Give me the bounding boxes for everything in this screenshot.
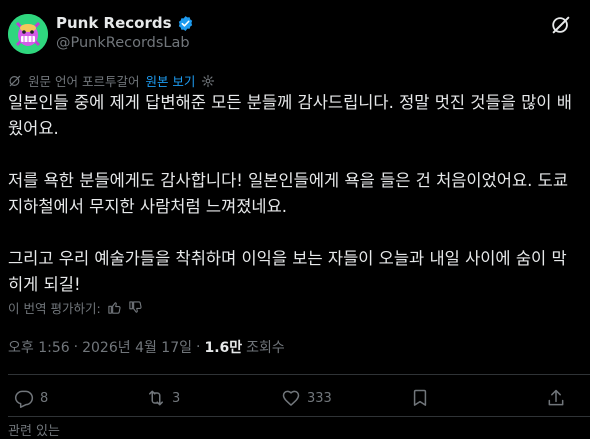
bookmark-icon bbox=[413, 389, 427, 406]
tweet-time[interactable]: 오후 1:56 bbox=[8, 337, 70, 357]
share-button[interactable] bbox=[546, 388, 566, 408]
grok-icon[interactable] bbox=[550, 14, 572, 36]
heart-icon bbox=[282, 390, 300, 406]
avatar-image bbox=[8, 14, 48, 54]
like-button[interactable]: 333 bbox=[281, 388, 332, 408]
tweet-meta: 오후 1:56 · 2026년 4월 17일 · 1.6만 조회수 bbox=[8, 337, 285, 357]
original-language-text: 원문 언어 포르투갈어 bbox=[28, 74, 140, 89]
rate-translation: 이 번역 평가하기: bbox=[8, 298, 143, 317]
verified-badge-icon bbox=[178, 15, 192, 31]
action-bar: 8 3 333 bbox=[0, 388, 590, 412]
thumbs-down-icon[interactable] bbox=[128, 300, 143, 315]
tweet-text: 일본인들 중에 제게 답변해준 모든 분들께 감사드립니다. 정말 멋진 것들을… bbox=[8, 90, 580, 324]
views-count: 1.6만 bbox=[204, 340, 243, 356]
tweet-paragraph: 일본인들 중에 제게 답변해준 모든 분들께 감사드립니다. 정말 멋진 것들을… bbox=[8, 93, 572, 138]
repost-icon bbox=[149, 390, 163, 406]
reply-count: 8 bbox=[40, 390, 49, 406]
like-count: 333 bbox=[307, 390, 332, 406]
share-icon bbox=[548, 389, 564, 406]
related-posts-heading: 관련 있는 bbox=[8, 424, 60, 439]
views-label: 조회수 bbox=[246, 340, 285, 356]
reply-button[interactable]: 8 bbox=[14, 388, 48, 408]
meta-separator: · bbox=[73, 339, 79, 355]
divider bbox=[8, 416, 590, 417]
reply-icon bbox=[14, 390, 34, 408]
meta-separator: · bbox=[196, 339, 201, 355]
author-name-row[interactable]: Punk Records bbox=[56, 14, 194, 32]
tweet-paragraph: 저를 욕한 분들에게도 감사합니다! 일본인들에게 욕을 들은 건 처음이었어요… bbox=[8, 171, 569, 216]
thumbs-up-icon[interactable] bbox=[107, 300, 122, 315]
repost-count: 3 bbox=[172, 390, 181, 406]
translation-bar: 원문 언어 포르투갈어 원본 보기 bbox=[8, 71, 215, 90]
tweet-paragraph: 그리고 우리 예술가들을 착취하며 이익을 보는 자들이 오늘과 내일 사이에 … bbox=[8, 249, 567, 294]
rate-translation-label: 이 번역 평가하기: bbox=[8, 301, 101, 316]
avatar[interactable] bbox=[8, 14, 48, 54]
settings-gear-icon[interactable] bbox=[201, 74, 215, 88]
bookmark-button[interactable] bbox=[410, 388, 430, 408]
display-name[interactable]: Punk Records bbox=[56, 14, 172, 32]
grok-translate-icon bbox=[9, 75, 21, 86]
tweet-date[interactable]: 2026년 4월 17일 bbox=[82, 337, 192, 357]
author-handle[interactable]: @PunkRecordsLab bbox=[56, 35, 190, 51]
divider bbox=[8, 374, 590, 375]
repost-button[interactable]: 3 bbox=[146, 388, 180, 408]
show-original-link[interactable]: 원본 보기 bbox=[145, 71, 195, 90]
